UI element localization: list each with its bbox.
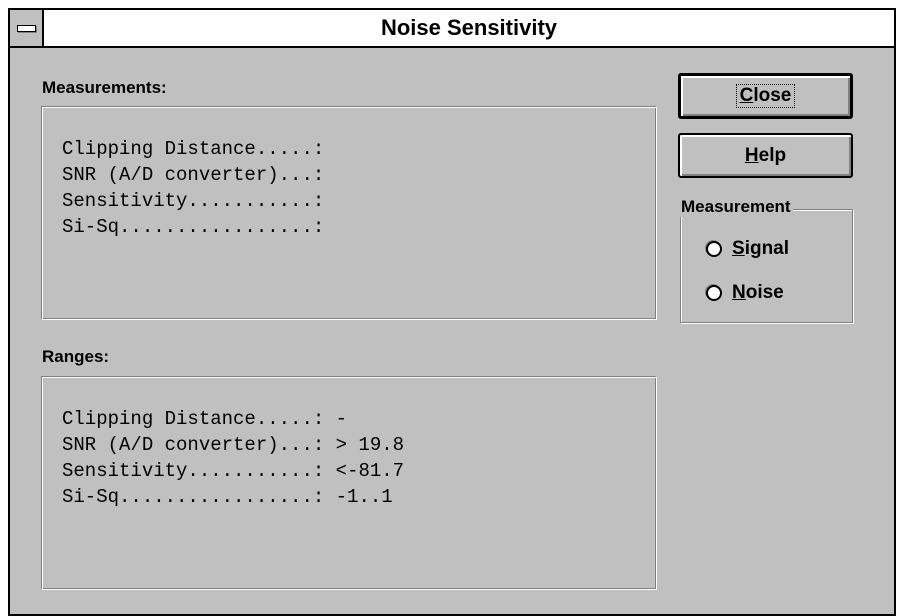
close-button-label: Close — [735, 84, 796, 108]
measurement-snr: SNR (A/D converter)...: — [62, 164, 325, 186]
measurement-si-sq: Si-Sq.................: — [62, 216, 325, 238]
help-mnemonic: H — [744, 144, 759, 166]
noise-label-rest: oise — [745, 282, 784, 303]
close-mnemonic: C — [739, 85, 754, 106]
measurement-clipping-distance: Clipping Distance.....: — [62, 138, 325, 160]
measurement-group — [680, 209, 853, 323]
range-snr: SNR (A/D converter)...: > 19.8 — [62, 434, 405, 456]
signal-mnemonic: S — [732, 238, 745, 259]
ranges-box: Clipping Distance.....: - SNR (A/D conve… — [41, 376, 657, 590]
help-label-rest: elp — [758, 144, 787, 166]
range-clipping-distance: Clipping Distance.....: - — [62, 408, 348, 430]
help-button-label: Help — [745, 145, 786, 167]
close-button[interactable]: Close — [678, 73, 853, 119]
system-menu-button[interactable] — [10, 10, 44, 46]
noise-radio-option[interactable]: Noise — [706, 282, 784, 304]
noise-sensitivity-dialog: Noise Sensitivity Measurements: Clipping… — [8, 8, 896, 616]
range-sensitivity: Sensitivity...........: <-81.7 — [62, 460, 405, 482]
ranges-label: Ranges: — [42, 347, 110, 366]
range-si-sq: Si-Sq.................: -1..1 — [62, 486, 393, 508]
signal-label-rest: ignal — [744, 238, 790, 259]
signal-radio-button[interactable] — [706, 241, 722, 257]
noise-radio-button[interactable] — [706, 285, 722, 301]
noise-mnemonic: N — [732, 282, 746, 303]
system-menu-icon — [17, 25, 36, 32]
close-label-rest: lose — [753, 85, 792, 106]
title-bar: Noise Sensitivity — [10, 10, 894, 48]
help-button[interactable]: Help — [678, 133, 853, 178]
measurement-group-legend: Measurement — [679, 197, 793, 217]
signal-radio-label[interactable]: Signal — [732, 238, 789, 260]
signal-radio-option[interactable]: Signal — [706, 238, 789, 260]
measurements-box: Clipping Distance.....: SNR (A/D convert… — [41, 106, 657, 320]
measurement-sensitivity: Sensitivity...........: — [62, 190, 325, 212]
window-title: Noise Sensitivity — [380, 15, 558, 40]
measurements-label: Measurements: — [42, 78, 167, 97]
noise-radio-label[interactable]: Noise — [732, 282, 784, 304]
